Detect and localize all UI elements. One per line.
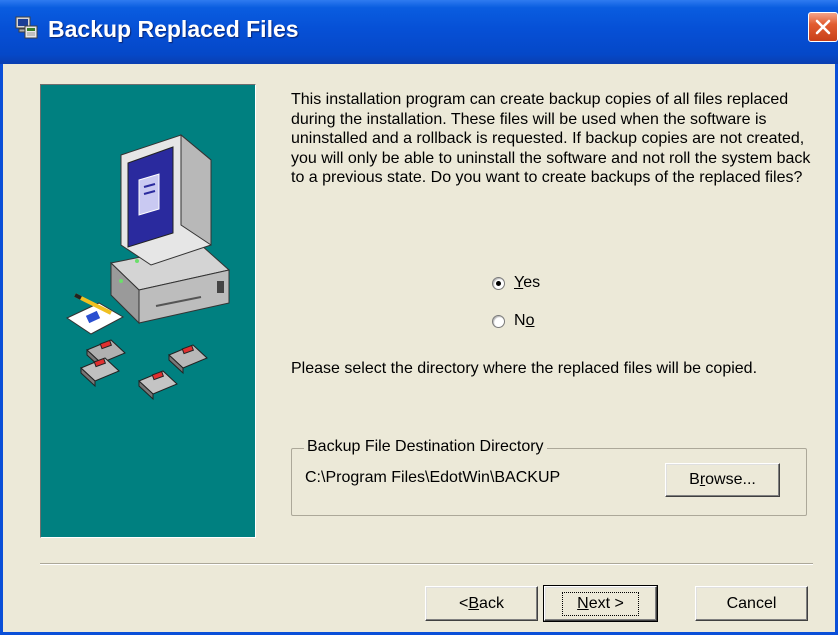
cancel-button[interactable]: Cancel [695,586,808,621]
browse-button[interactable]: Br owse... [665,463,780,497]
close-icon [815,19,831,35]
footer-separator [40,563,813,565]
destination-legend: Backup File Destination Directory [304,438,547,456]
side-illustration-panel [40,84,256,538]
radio-yes-label: Yes [514,274,541,291]
installer-icon [13,14,39,40]
radio-no[interactable]: No [492,312,534,330]
select-directory-text: Please select the directory where the re… [291,360,758,377]
radio-no-label: No [514,312,535,329]
computer-illustration [65,133,231,401]
next-focus-rect: Next > [562,591,639,616]
title-bar[interactable]: Backup Replaced Files [0,0,838,64]
destination-path: C:\Program Files\EdotWin\BACKUP [305,469,561,486]
window-title: Backup Replaced Files [48,16,299,42]
radio-yes-indicator[interactable] [492,276,505,290]
intro-text: This installation program can create bac… [291,91,811,186]
installer-dialog: Backup Replaced Files This installation … [0,0,838,635]
radio-yes[interactable]: Yes [492,274,540,292]
close-button[interactable] [808,12,838,42]
back-button[interactable]: < Back [425,586,538,621]
radio-no-indicator[interactable] [492,314,505,328]
destination-groupbox: Backup File Destination Directory C:\Pro… [291,438,807,516]
next-button[interactable]: Next > [543,585,658,622]
